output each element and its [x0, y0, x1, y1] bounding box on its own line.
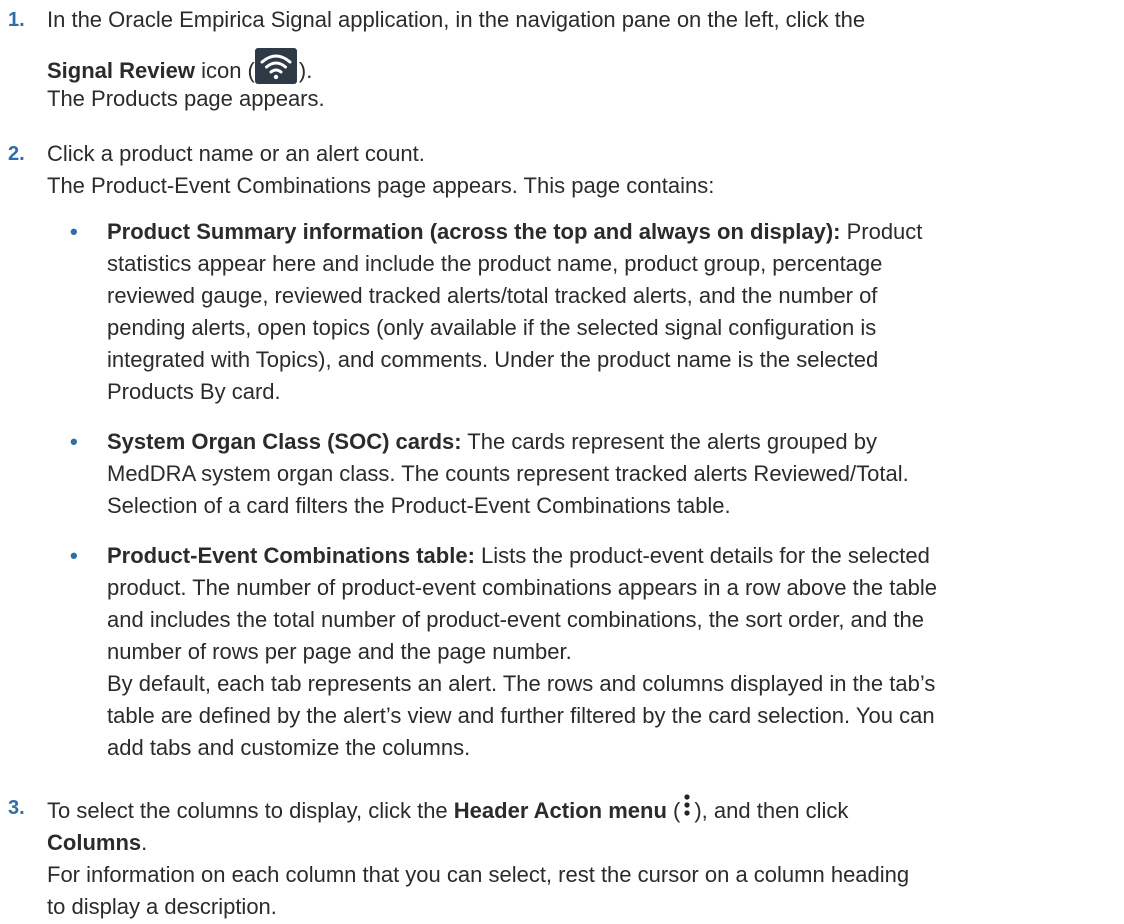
bullet-marker: •	[70, 219, 78, 244]
bullet-text: and includes the total number of product…	[107, 607, 924, 632]
bullet-term: Product-Event Combinations table:	[107, 543, 475, 568]
bullet-text: add tabs and customize the columns.	[107, 735, 471, 760]
step-text: Click a product name or an alert count.	[47, 141, 425, 166]
ui-term: Header Action menu	[453, 798, 667, 823]
step-result: The Products page appears.	[47, 86, 325, 111]
inline-text: To select the columns to display, click …	[47, 798, 454, 823]
step-number: 1.	[8, 9, 25, 31]
bullet-text: Product-Event Combinations table: Lists …	[107, 540, 1116, 572]
inline-text: (	[666, 798, 681, 823]
bullet-text: System Organ Class (SOC) cards: The card…	[107, 426, 1116, 458]
bullet-marker: •	[70, 429, 78, 454]
kebab-menu-icon	[680, 792, 694, 820]
bullet-text: integrated with Topics), and comments. U…	[107, 347, 879, 372]
inline-text: ), and then click	[694, 798, 849, 823]
bullet-body: Product-Event Combinations table: Lists …	[107, 540, 1116, 764]
bullet-body: System Organ Class (SOC) cards: The card…	[107, 426, 1116, 522]
bullet-body: Product Summary information (across the …	[107, 216, 1116, 408]
bullet-term: System Organ Class (SOC) cards:	[107, 429, 462, 454]
step-number: 2.	[8, 143, 25, 165]
step-result: The Product-Event Combinations page appe…	[47, 173, 715, 198]
bullet-text: Selection of a card filters the Product-…	[107, 493, 731, 518]
bullet-text: product. The number of product-event com…	[107, 575, 937, 600]
bullet-text: reviewed gauge, reviewed tracked alerts/…	[107, 283, 878, 308]
bullet-marker: •	[70, 543, 78, 568]
step-text: Signal Review icon ( ).	[47, 48, 1116, 87]
inline-text: ).	[298, 58, 313, 83]
step-result: For information on each column that you …	[47, 862, 910, 887]
bullet-term: Product Summary information (across the …	[107, 219, 841, 244]
bullet-text: table are defined by the alert’s view an…	[107, 703, 935, 728]
bullet-text: Product Summary information (across the …	[107, 216, 1116, 248]
inline-text: .	[141, 830, 148, 855]
bullet-text: MedDRA system organ class. The counts re…	[107, 461, 909, 486]
inline-text: Lists the product-event details for the …	[474, 543, 930, 568]
bullet-text: number of rows per page and the page num…	[107, 639, 572, 664]
step-text: To select the columns to display, click …	[47, 792, 1116, 827]
inline-text: icon (	[194, 58, 255, 83]
ui-term: Signal Review	[47, 58, 195, 83]
inline-text: The cards represent the alerts grouped b…	[461, 429, 877, 454]
step-text: Columns.	[47, 827, 1116, 859]
ui-term: Columns	[47, 830, 142, 855]
step-body: To select the columns to display, click …	[47, 792, 1116, 923]
step-number: 3.	[8, 797, 25, 819]
bullet-text: pending alerts, open topics (only availa…	[107, 315, 877, 340]
bullet-text: By default, each tab represents an alert…	[107, 671, 936, 696]
step-result: to display a description.	[47, 894, 277, 919]
bullet-text: Products By card.	[107, 379, 281, 404]
step-body: In the Oracle Empirica Signal applicatio…	[47, 4, 1116, 115]
step-text: In the Oracle Empirica Signal applicatio…	[47, 7, 866, 32]
signal-review-wifi-icon	[254, 48, 297, 84]
inline-text: Product	[840, 219, 923, 244]
step-body: Click a product name or an alert count. …	[47, 138, 1116, 202]
bullet-text: statistics appear here and include the p…	[107, 251, 883, 276]
